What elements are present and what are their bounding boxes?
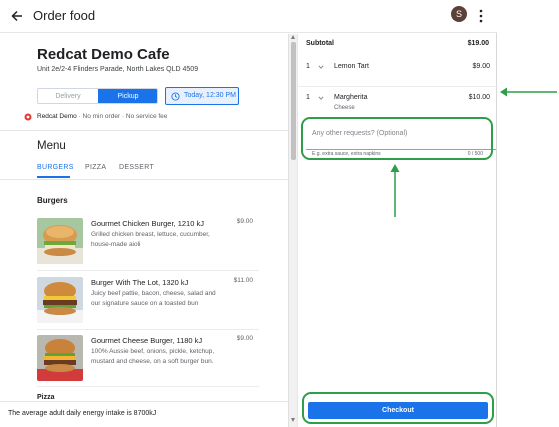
category-heading-pizza: Pizza <box>37 394 55 401</box>
item-price: $9.00 <box>236 218 253 225</box>
item-price: $11.00 <box>233 277 253 284</box>
energy-footer: The average adult daily energy intake is… <box>0 401 288 427</box>
clock-icon <box>171 92 180 101</box>
subtotal-label: Subtotal <box>306 40 334 47</box>
divider <box>37 329 259 330</box>
cart-line-quantity[interactable]: 1 <box>306 63 310 70</box>
cart-line-option: Cheese <box>334 105 355 111</box>
cart-line-name: Margherita <box>334 94 368 101</box>
highlight-requests-annotation <box>301 117 493 160</box>
delivery-option[interactable]: Delivery <box>38 89 98 103</box>
item-description: Grilled chicken breast, lettuce, cucumbe… <box>91 231 210 248</box>
item-description: Juicy beef pattie, bacon, cheese, salad … <box>91 290 216 307</box>
menu-item-gourmet-chicken-burger[interactable]: Gourmet Chicken Burger, 1210 kJ Grilled … <box>37 218 259 275</box>
up-pointing-arrow-icon <box>390 164 400 217</box>
item-name: Gourmet Chicken Burger, 1210 kJ <box>91 219 204 228</box>
chevron-down-icon[interactable] <box>318 64 324 70</box>
item-name: Gourmet Cheese Burger, 1180 kJ <box>91 336 203 345</box>
scrollbar-thumb[interactable] <box>291 42 296 160</box>
back-arrow-icon[interactable] <box>9 8 25 24</box>
menu-heading: Menu <box>37 140 66 152</box>
store-name: Redcat Demo Cafe <box>37 46 170 63</box>
item-description: 100% Aussie beef, onions, pickle, ketchu… <box>91 348 215 365</box>
highlight-checkout-annotation <box>302 392 494 424</box>
active-tab-indicator <box>37 176 70 178</box>
vendor-meta: · No min order · No service fee <box>76 113 168 120</box>
left-pointing-arrow-icon <box>500 87 557 97</box>
category-heading-burgers: Burgers <box>37 196 68 205</box>
burger-photo <box>37 277 83 323</box>
energy-note: The average adult daily energy intake is… <box>8 410 157 417</box>
pickup-time-label: Today, 12:30 PM <box>184 92 237 99</box>
chevron-down-icon[interactable] <box>318 95 324 101</box>
divider <box>37 386 259 387</box>
scroll-down-arrow-icon[interactable] <box>291 418 295 422</box>
page-title: Order food <box>33 8 96 23</box>
item-name: Burger With The Lot, 1320 kJ <box>91 278 189 287</box>
pickup-option[interactable]: Pickup <box>98 89 157 103</box>
divider <box>0 130 288 131</box>
cart-line-price: $9.00 <box>472 63 490 70</box>
redcat-logo-icon <box>24 113 32 121</box>
tab-burgers[interactable]: BURGERS <box>37 164 74 171</box>
more-options-icon[interactable] <box>476 8 486 24</box>
order-type-toggle: Delivery Pickup <box>37 88 158 104</box>
cart-line-name: Lemon Tart <box>334 63 369 70</box>
menu-item-burger-with-the-lot[interactable]: Burger With The Lot, 1320 kJ Juicy beef … <box>37 277 259 334</box>
store-address: Unit 2e/2-4 Flinders Parade, North Lakes… <box>37 66 199 73</box>
cart-pane: Subtotal $19.00 1 Lemon Tart $9.00 1 Mar… <box>297 34 498 427</box>
divider <box>37 270 259 271</box>
vendor-info: Redcat Demo · No min order · No service … <box>24 112 168 122</box>
cart-line-quantity[interactable]: 1 <box>306 94 310 101</box>
tab-pizza[interactable]: PIZZA <box>85 164 106 171</box>
vendor-name: Redcat Demo <box>37 113 77 120</box>
item-price: $9.00 <box>236 335 253 342</box>
menu-scrollbar[interactable] <box>288 34 297 427</box>
divider <box>0 179 288 180</box>
pickup-time-button[interactable]: Today, 12:30 PM <box>165 87 239 105</box>
scroll-up-arrow-icon[interactable] <box>291 35 295 39</box>
burger-photo <box>37 335 83 381</box>
app-window: Order food S Redcat Demo Cafe Unit 2e/2-… <box>0 0 498 427</box>
divider <box>298 86 498 87</box>
menu-item-gourmet-cheese-burger[interactable]: Gourmet Cheese Burger, 1180 kJ 100% Auss… <box>37 335 259 392</box>
cart-line-price: $10.00 <box>468 94 490 101</box>
burger-photo <box>37 218 83 264</box>
cart-line: 1 Lemon Tart $9.00 <box>298 63 498 93</box>
menu-pane: Redcat Demo Cafe Unit 2e/2-4 Flinders Pa… <box>0 34 288 427</box>
subtotal-value: $19.00 <box>467 40 489 47</box>
tab-dessert[interactable]: DESSERT <box>119 164 154 171</box>
top-app-bar: Order food S <box>0 0 497 33</box>
avatar[interactable]: S <box>451 6 467 22</box>
